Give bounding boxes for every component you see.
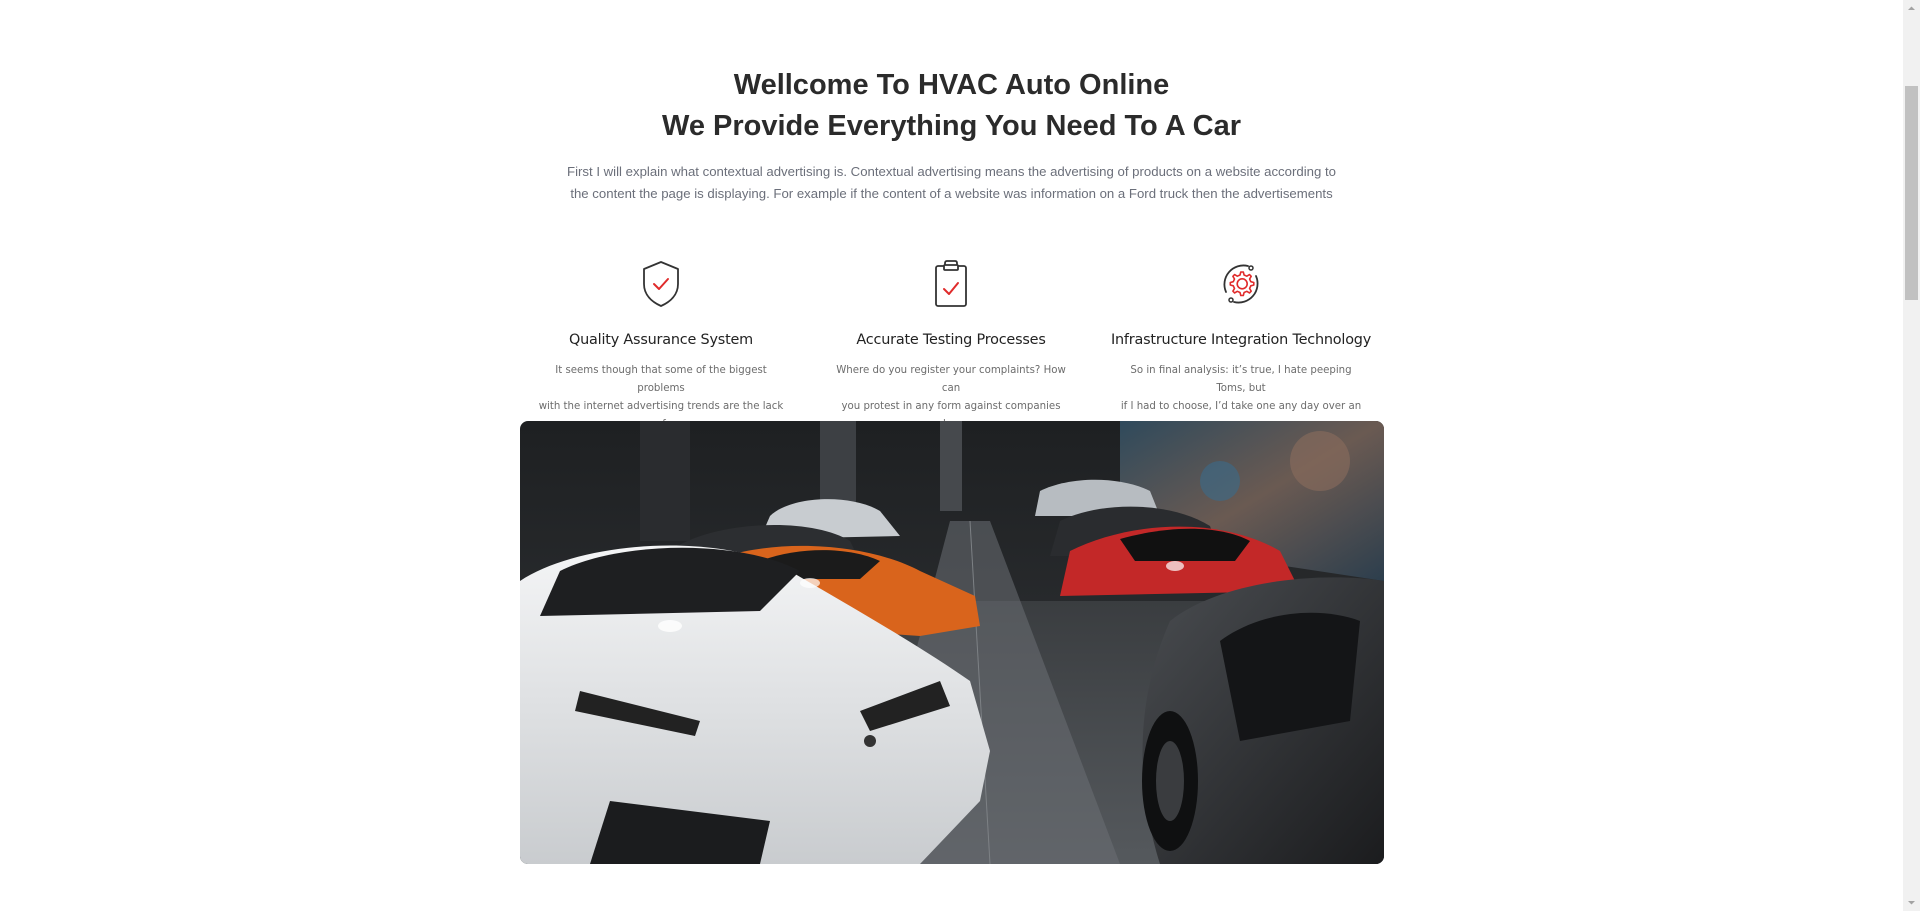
scroll-down-arrow-icon[interactable] bbox=[1903, 894, 1920, 911]
scroll-up-arrow-icon[interactable] bbox=[1903, 0, 1920, 17]
scrollbar-thumb[interactable] bbox=[1905, 86, 1918, 300]
feature-text-line: Where do you register your complaints? H… bbox=[836, 365, 1066, 394]
gear-cycle-icon bbox=[1223, 264, 1259, 304]
main-content: Wellcome To HVAC Auto Online We Provide … bbox=[0, 0, 1903, 911]
page-scrollbar[interactable] bbox=[1903, 0, 1920, 911]
car-showroom-illustration bbox=[520, 421, 1384, 864]
feature-infrastructure-integration: Infrastructure Integration Technology So… bbox=[1106, 258, 1376, 416]
feature-text-line: if I had to choose, I’d take one any day… bbox=[1120, 401, 1362, 412]
feature-text-line: So in final analysis: it’s true, I hate … bbox=[1130, 365, 1352, 394]
feature-title: Accurate Testing Processes bbox=[856, 332, 1046, 348]
clipboard-check-icon bbox=[935, 260, 967, 307]
intro-line-2: the content the page is displaying. For … bbox=[570, 186, 1333, 201]
showroom-hero-image bbox=[520, 421, 1384, 864]
shield-check-icon bbox=[643, 261, 679, 307]
feature-quality-assurance: Quality Assurance System It seems though… bbox=[526, 258, 796, 434]
welcome-title: Wellcome To HVAC Auto Online bbox=[733, 69, 1170, 101]
feature-title: Infrastructure Integration Technology bbox=[1110, 332, 1372, 348]
feature-accurate-testing: Accurate Testing Processes Where do you … bbox=[816, 258, 1086, 434]
intro-paragraph: First I will explain what contextual adv… bbox=[560, 161, 1343, 205]
feature-text: So in final analysis: it’s true, I hate … bbox=[1116, 362, 1366, 416]
feature-text-line: It seems though that some of the biggest… bbox=[555, 365, 767, 394]
intro-line-1: First I will explain what contextual adv… bbox=[567, 164, 1336, 179]
feature-title: Quality Assurance System bbox=[568, 332, 753, 348]
welcome-subtitle: We Provide Everything You Need To A Car bbox=[661, 110, 1242, 142]
page: Wellcome To HVAC Auto Online We Provide … bbox=[0, 0, 1920, 911]
